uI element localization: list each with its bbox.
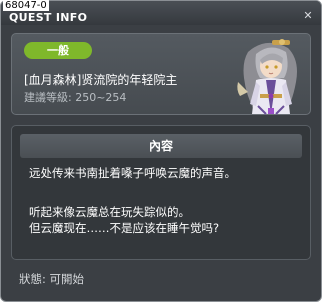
quest-info-window: QUEST INFO ✕ 一般 [血月森林]贤流院的年轻院主 建議等級: 250… [0, 0, 322, 302]
window-title: QUEST INFO [9, 11, 88, 24]
npc-portrait [237, 39, 297, 115]
content-line: 远处传来书南扯着嗓子呼唤云魔的声音。 [29, 166, 236, 180]
close-icon[interactable]: ✕ [301, 9, 315, 23]
quest-category-badge: 一般 [24, 42, 92, 59]
content-line: 但云魔现在……不是应该在睡午觉吗? [29, 221, 220, 235]
quest-content-panel: 內容 远处传来书南扯着嗓子呼唤云魔的声音。 听起来像云魔总在玩失踪似的。 但云魔… [11, 125, 311, 260]
content-line: 听起来像云魔总在玩失踪似的。 [29, 205, 190, 219]
quest-recommended-level: 建議等級: 250~254 [24, 91, 127, 104]
quest-summary-panel: 一般 [血月森林]贤流院的年轻院主 建議等級: 250~254 [11, 33, 311, 115]
title-bar[interactable]: QUEST INFO ✕ [1, 1, 321, 25]
quest-status: 狀態: 可開始 [19, 272, 85, 286]
window-id-label: 68047-0 [3, 0, 49, 11]
content-header: 內容 [20, 134, 302, 158]
quest-name: [血月森林]贤流院的年轻院主 [24, 73, 178, 87]
